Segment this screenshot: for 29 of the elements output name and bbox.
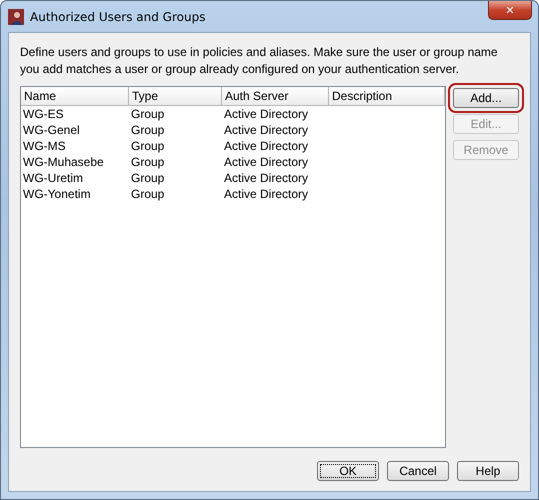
- table-cell-text: Group: [130, 122, 166, 138]
- dialog-button[interactable]: Help: [457, 461, 519, 481]
- description-text: Define users and groups to use in policies and aliases. Make sure the user or group name you add matches a user or group already configured on your authentication server.: [20, 44, 499, 78]
- column-header[interactable]: Type: [129, 87, 222, 106]
- table-cell-text: WG-Yonetim: [22, 186, 92, 202]
- column-header[interactable]: Name: [21, 87, 129, 106]
- table-cell-text: WG-Genel: [22, 122, 81, 138]
- table-cell-text: WG-Uretim: [22, 170, 84, 186]
- table-cell-text: Group: [130, 154, 166, 170]
- dialog-button[interactable]: OK: [317, 461, 379, 481]
- table-cell-text: Group: [130, 106, 166, 122]
- column-header[interactable]: Description: [329, 87, 445, 106]
- person-icon: [8, 8, 24, 24]
- table-cell-text: Active Directory: [223, 122, 310, 138]
- column-header[interactable]: Auth Server: [222, 87, 329, 106]
- table-cell-text: WG-Muhasebe: [22, 154, 105, 170]
- table-cell-text: Group: [130, 138, 166, 154]
- window-title: Authorized Users and Groups: [30, 10, 206, 24]
- dialog-button[interactable]: Cancel: [387, 461, 449, 481]
- table-cell-text: Group: [130, 170, 166, 186]
- table-cell-text: Active Directory: [223, 138, 310, 154]
- table-cell-text: Active Directory: [223, 154, 310, 170]
- table-cell-text: WG-ES: [22, 106, 65, 122]
- table-cell-text: WG-MS: [22, 138, 67, 154]
- close-button[interactable]: ✕: [488, 1, 532, 20]
- table-cell-text: Group: [130, 186, 166, 202]
- table-cell-text: Active Directory: [223, 106, 310, 122]
- table-cell-text: Active Directory: [223, 186, 310, 202]
- table-cell-text: Active Directory: [223, 170, 310, 186]
